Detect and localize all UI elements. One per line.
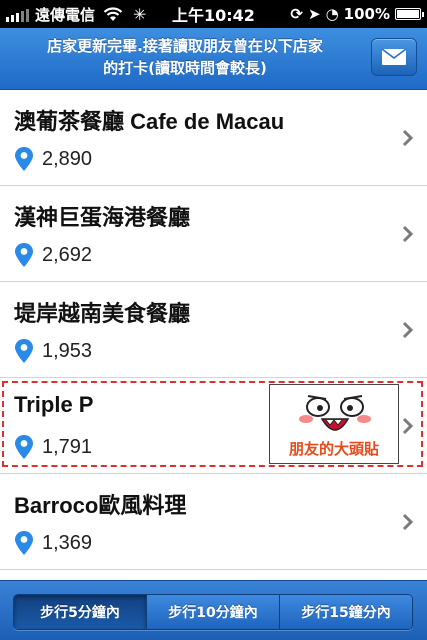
chevron-right-icon	[402, 417, 414, 435]
battery-percent: 100%	[343, 5, 390, 23]
location-pin-icon	[15, 339, 33, 363]
tab-walk-5-min[interactable]: 步行5分鐘內	[14, 595, 146, 629]
chevron-right-icon	[402, 321, 414, 339]
chevron-right-icon	[402, 513, 414, 531]
restaurant-name: Triple P	[14, 392, 94, 417]
list-item[interactable]: 漢神巨蛋海港餐廳 2,692	[0, 186, 427, 282]
distance: 1,953	[42, 339, 93, 362]
wifi-icon	[103, 6, 123, 21]
list-item[interactable]: 堤岸越南美食餐廳 1,953	[0, 282, 427, 378]
loading-banner: 店家更新完畢.接著讀取朋友曾在以下店家的打卡(讀取時間會較長)	[0, 28, 427, 90]
tab-walk-15-min[interactable]: 步行15鐘分內	[279, 595, 412, 629]
cartoon-face-icon	[295, 389, 375, 441]
banner-message: 店家更新完畢.接著讀取朋友曾在以下店家的打卡(讀取時間會較長)	[47, 37, 323, 77]
list-item[interactable]: 澳葡茶餐廳 Cafe de Macau 2,890	[0, 90, 427, 186]
chevron-right-icon	[402, 225, 414, 243]
alarm-icon: ◔	[325, 5, 339, 23]
distance: 2,692	[42, 243, 93, 266]
sticker-caption: 朋友的大頭貼	[288, 440, 379, 458]
restaurant-name: 漢神巨蛋海港餐廳	[14, 205, 191, 230]
restaurant-list: 澳葡茶餐廳 Cafe de Macau 2,890 漢神巨蛋海港餐廳 2,692…	[0, 90, 427, 580]
distance: 1,791	[42, 435, 93, 458]
friend-avatar-sticker: 朋友的大頭貼	[269, 384, 399, 464]
bottom-toolbar: 步行5分鐘內 步行10分鐘內 步行15鐘分內	[0, 580, 427, 640]
restaurant-name: 澳葡茶餐廳 Cafe de Macau	[14, 109, 285, 134]
location-pin-icon	[15, 243, 33, 267]
chevron-right-icon	[402, 129, 414, 147]
clock: 上午10:42	[172, 6, 255, 25]
walking-time-segmented-control: 步行5分鐘內 步行10分鐘內 步行15鐘分內	[13, 594, 413, 630]
list-item[interactable]: Barroco歐風料理 1,369	[0, 474, 427, 570]
restaurant-name: 堤岸越南美食餐廳	[14, 301, 191, 326]
location-pin-icon	[15, 435, 33, 459]
mail-button[interactable]	[371, 38, 417, 76]
signal-strength-icon	[6, 6, 29, 22]
location-arrow-icon: ➤	[307, 5, 321, 23]
carrier-name: 遠傳電信	[35, 5, 96, 24]
battery-icon	[395, 8, 424, 20]
status-bar: 遠傳電信 ✳ 上午10:42 ⟳ ➤ ◔ 100%	[0, 0, 427, 28]
tab-walk-10-min[interactable]: 步行10分鐘內	[146, 595, 279, 629]
restaurant-name: Barroco歐風料理	[14, 493, 187, 518]
location-pin-icon	[15, 147, 33, 171]
distance: 2,890	[42, 147, 93, 170]
location-pin-icon	[15, 531, 33, 555]
envelope-icon	[381, 48, 407, 65]
rotation-lock-icon: ⟳	[290, 5, 303, 23]
activity-spinner-icon: ✳	[133, 4, 147, 24]
distance: 1,369	[42, 531, 93, 554]
